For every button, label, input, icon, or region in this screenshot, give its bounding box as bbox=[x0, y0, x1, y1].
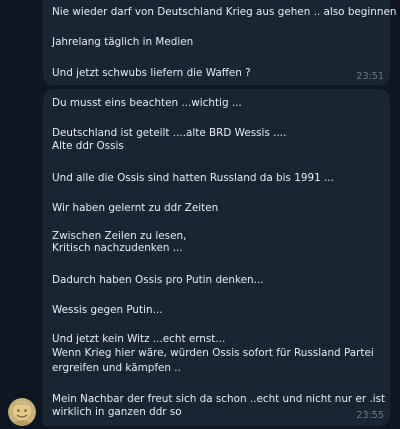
message-text-line: Wessis gegen Putin... bbox=[52, 304, 163, 316]
avatar-image bbox=[8, 398, 36, 426]
user-avatar-icon[interactable] bbox=[8, 398, 36, 426]
message-text-line: Zwischen Zeilen zu lesen, bbox=[52, 230, 187, 242]
message-bubble[interactable]: Du musst eins beachten ...wichtig ... De… bbox=[43, 89, 390, 426]
message-text-line: Und alle die Ossis sind hatten Russland … bbox=[52, 172, 334, 184]
message-text-line: ergreifen und kämpfen .. bbox=[52, 362, 181, 374]
message-text-line: Kritisch nachzudenken ... bbox=[52, 242, 183, 254]
message-text-line: Nie wieder darf von Deutschland Krieg au… bbox=[52, 6, 400, 18]
message-text-line: Und jetzt kein Witz ...echt ernst... bbox=[52, 333, 226, 345]
message-text-line: Und jetzt schwubs liefern die Waffen ? bbox=[52, 67, 251, 79]
message-text-line: Wenn Krieg hier wäre, würden Ossis sofor… bbox=[52, 347, 374, 359]
message-time: 23:51 bbox=[356, 71, 384, 82]
message-text-line: Du musst eins beachten ...wichtig ... bbox=[52, 97, 242, 109]
message-bubble[interactable]: Nie wieder darf von Deutschland Krieg au… bbox=[43, 0, 400, 85]
message-text-line: Jahrelang täglich in Medien bbox=[52, 36, 194, 48]
message-text-line: Alte ddr Ossis bbox=[52, 140, 124, 152]
message-text-line: Wir haben gelernt zu ddr Zeiten bbox=[52, 202, 219, 214]
message-text-line: Dadurch haben Ossis pro Putin denken... bbox=[52, 274, 264, 286]
message-text-line: Deutschland ist geteilt ....alte BRD Wes… bbox=[52, 127, 287, 139]
chat-view: Nie wieder darf von Deutschland Krieg au… bbox=[0, 0, 400, 429]
message-text-line: wirklich in ganzen ddr so bbox=[52, 406, 182, 418]
message-text-line: Mein Nachbar der freut sich da schon ..e… bbox=[52, 393, 386, 405]
message-time: 23:55 bbox=[356, 410, 384, 421]
